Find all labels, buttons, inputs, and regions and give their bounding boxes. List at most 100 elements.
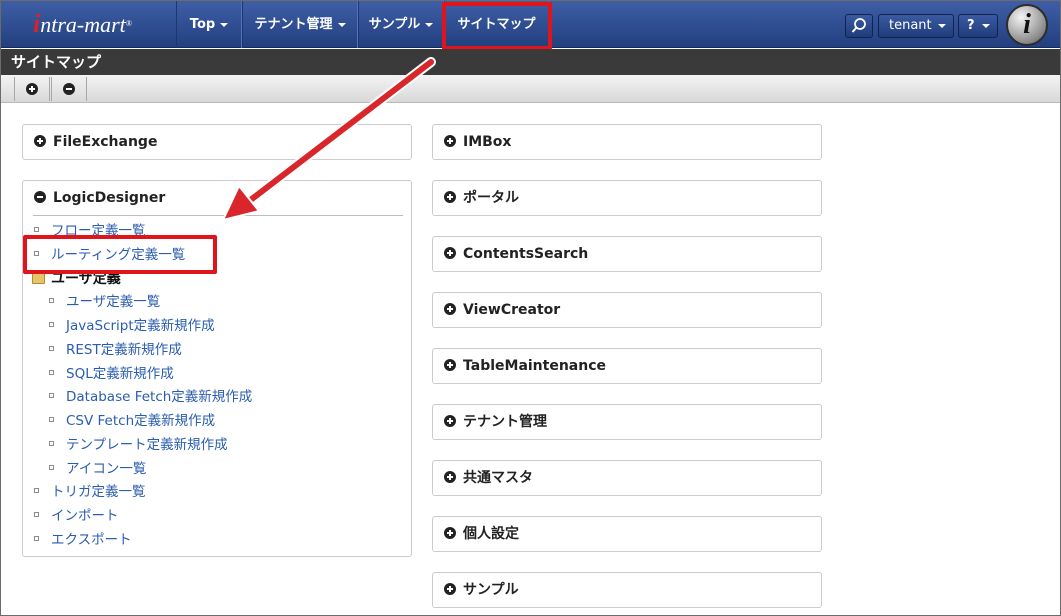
panel-viewcreator: ViewCreator — [432, 292, 822, 328]
panel-header-tenant-management[interactable]: テナント管理 — [444, 414, 547, 430]
panel-header-logicdesigner[interactable]: LogicDesigner — [34, 190, 165, 206]
panel-header-contentssearch[interactable]: ContentsSearch — [444, 246, 588, 262]
nav-menu-top[interactable]: Top — [176, 1, 242, 48]
tree-item-rest-new[interactable]: REST定義新規作成 — [49, 341, 182, 359]
bullet-icon — [49, 417, 54, 422]
panel-title: 共通マスタ — [463, 470, 533, 486]
plus-circle-icon — [444, 583, 456, 595]
bullet-icon — [34, 512, 39, 517]
tree-item-csv-fetch-new[interactable]: CSV Fetch定義新規作成 — [49, 412, 215, 430]
plus-circle-icon — [444, 415, 456, 427]
nav-menu-sample-label: サンプル — [368, 17, 421, 32]
panel-title: IMBox — [463, 134, 512, 150]
panel-header-viewcreator[interactable]: ViewCreator — [444, 302, 560, 318]
panel-personal-settings: 個人設定 — [432, 516, 822, 552]
panel-sample: サンプル — [432, 572, 822, 608]
avatar-glyph: i — [1023, 9, 1031, 40]
tree-item-label: インポート — [51, 508, 119, 524]
plus-circle-icon — [26, 83, 38, 95]
tree-item-label: テンプレート定義新規作成 — [66, 437, 228, 453]
nav-menu-tenant-label: テナント管理 — [254, 17, 333, 32]
caret-down-icon — [220, 22, 229, 27]
caret-down-icon — [425, 22, 434, 27]
nav-menu-tenant-management[interactable]: テナント管理 — [242, 1, 358, 48]
expand-all-button[interactable] — [14, 77, 50, 101]
panel-portal: ポータル — [432, 180, 822, 216]
sitemap-highlight-box — [442, 2, 552, 50]
user-avatar[interactable]: i — [1006, 4, 1048, 46]
plus-circle-icon — [34, 135, 46, 147]
panel-header-tablemaintenance[interactable]: TableMaintenance — [444, 358, 606, 374]
panel-tenant-management: テナント管理 — [432, 404, 822, 440]
panel-common-master: 共通マスタ — [432, 460, 822, 496]
help-label: ? — [967, 18, 975, 33]
panel-title: FileExchange — [53, 134, 158, 150]
bullet-icon — [34, 227, 39, 232]
search-button[interactable] — [845, 14, 873, 38]
panel-title: TableMaintenance — [463, 358, 607, 374]
logo-registered-mark: ® — [125, 19, 132, 28]
tree-item-export[interactable]: エクスポート — [34, 531, 132, 549]
bullet-icon — [49, 465, 54, 470]
tree-item-icon-list[interactable]: アイコン一覧 — [49, 460, 146, 478]
panel-fileexchange: FileExchange — [22, 124, 412, 160]
bullet-icon — [49, 441, 54, 446]
tree-item-label: トリガ定義一覧 — [51, 484, 146, 500]
search-icon — [851, 18, 866, 33]
tree-item-label: Database Fetch定義新規作成 — [66, 389, 253, 405]
plus-circle-icon — [444, 303, 456, 315]
plus-circle-icon — [444, 471, 456, 483]
caret-down-icon — [938, 24, 946, 28]
tree-item-label: アイコン一覧 — [66, 461, 147, 477]
panel-header-imbox[interactable]: IMBox — [444, 134, 511, 150]
intra-mart-logo[interactable]: intra-mart® — [33, 8, 132, 40]
tree-item-template-new[interactable]: テンプレート定義新規作成 — [49, 436, 228, 454]
panel-title: ポータル — [463, 190, 519, 206]
plus-circle-icon — [444, 527, 456, 539]
bullet-icon — [34, 488, 39, 493]
tree-item-javascript-new[interactable]: JavaScript定義新規作成 — [49, 317, 215, 335]
tree-item-sql-new[interactable]: SQL定義新規作成 — [49, 365, 174, 383]
nav-menu-top-label: Top — [189, 17, 216, 32]
tree-item-database-fetch-new[interactable]: Database Fetch定義新規作成 — [49, 388, 252, 406]
nav-menu-sample[interactable]: サンプル — [358, 1, 444, 48]
panel-contentssearch: ContentsSearch — [432, 236, 822, 272]
logo-text: ntra-mart — [40, 12, 126, 37]
plus-circle-icon — [444, 359, 456, 371]
minus-circle-icon — [63, 83, 75, 95]
sitemap-toolbar — [1, 75, 1060, 103]
routing-highlight-box — [23, 235, 217, 274]
panel-title: ContentsSearch — [463, 246, 589, 262]
panel-title: LogicDesigner — [53, 190, 166, 206]
panel-header-portal[interactable]: ポータル — [444, 190, 519, 206]
tree-item-user-definition-list[interactable]: ユーザ定義一覧 — [49, 293, 160, 311]
panel-header-common-master[interactable]: 共通マスタ — [444, 470, 533, 486]
bullet-icon — [49, 370, 54, 375]
tree-item-label: SQL定義新規作成 — [66, 366, 174, 382]
bullet-icon — [49, 322, 54, 327]
panel-title: テナント管理 — [463, 414, 547, 430]
bullet-icon — [49, 298, 54, 303]
caret-down-icon — [337, 22, 346, 27]
tenant-dropdown-label: tenant — [889, 18, 932, 33]
panel-header-personal-settings[interactable]: 個人設定 — [444, 526, 519, 542]
panel-imbox: IMBox — [432, 124, 822, 160]
caret-down-icon — [982, 24, 990, 28]
bullet-icon — [49, 393, 54, 398]
tree-item-label: JavaScript定義新規作成 — [66, 318, 215, 334]
plus-circle-icon — [444, 191, 456, 203]
panel-title: サンプル — [463, 582, 519, 598]
panel-header-fileexchange[interactable]: FileExchange — [34, 134, 157, 150]
plus-circle-icon — [444, 135, 456, 147]
panel-title: 個人設定 — [463, 526, 519, 542]
tree-item-import[interactable]: インポート — [34, 507, 119, 525]
collapse-all-button[interactable] — [51, 77, 87, 101]
tenant-dropdown[interactable]: tenant — [878, 14, 954, 38]
minus-circle-icon — [34, 191, 46, 203]
tree-item-label: REST定義新規作成 — [66, 342, 182, 358]
panel-divider — [33, 215, 403, 216]
help-dropdown[interactable]: ? — [958, 14, 998, 38]
tree-item-trigger-definitions[interactable]: トリガ定義一覧 — [34, 483, 146, 501]
panel-header-sample[interactable]: サンプル — [444, 582, 519, 598]
page-title: サイトマップ — [1, 49, 1060, 75]
